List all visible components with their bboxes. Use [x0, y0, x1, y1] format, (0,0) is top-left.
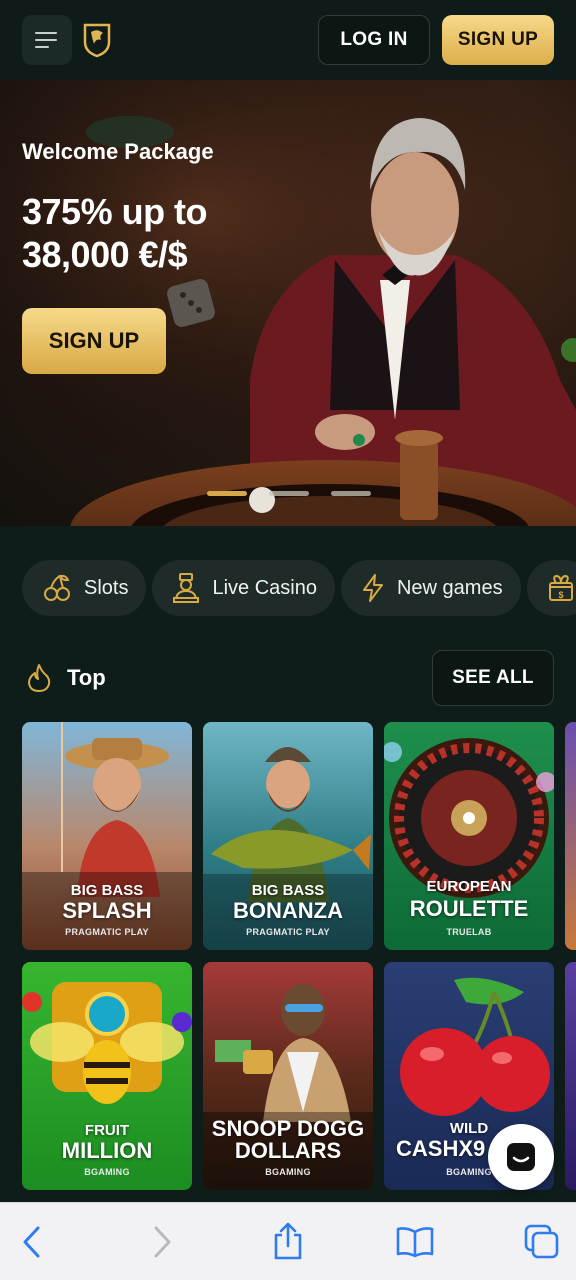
brand-logo[interactable] [82, 22, 112, 58]
hamburger-icon [35, 32, 57, 48]
chat-button[interactable] [488, 1124, 554, 1190]
game-provider: PRAGMATIC PLAY [246, 927, 330, 937]
top-section-header: Top SEE ALL [22, 650, 554, 706]
category-new-games[interactable]: New games [340, 560, 521, 616]
tabs-icon[interactable] [523, 1223, 561, 1261]
hero-title: Welcome Package [22, 139, 214, 164]
game-title-main: SPLASH [62, 898, 152, 923]
dealer-icon [173, 573, 200, 603]
top-header: LOG IN SIGN UP [0, 0, 576, 80]
bookmarks-icon[interactable] [395, 1225, 435, 1259]
category-label: Slots [84, 576, 129, 599]
category-bonuses[interactable]: $ [526, 560, 576, 616]
game-title-top: FRUIT [84, 1122, 130, 1139]
carousel-dot[interactable] [207, 491, 247, 496]
category-label: New games [396, 576, 503, 599]
game-provider: TRUELAB [446, 927, 492, 937]
login-button[interactable]: LOG IN [318, 15, 430, 65]
hero-signup-button[interactable]: SIGN UP [22, 308, 166, 374]
svg-text:$: $ [558, 590, 563, 600]
signup-button[interactable]: SIGN UP [442, 15, 554, 65]
hero-offer: 375% up to 38,000 €/$ [22, 191, 208, 275]
carousel-indicators [207, 491, 371, 496]
flame-icon [28, 664, 51, 692]
section-title: Top [67, 665, 106, 690]
game-tile-fruit-million[interactable]: FRUIT MILLION BGAMING [22, 962, 192, 1190]
game-provider: BGAMING [84, 1167, 130, 1177]
lightning-icon [362, 574, 383, 602]
game-tile-big-bass-bonanza[interactable]: BIG BASS BONANZA PRAGMATIC PLAY [203, 722, 373, 950]
game-tile-european-roulette[interactable]: EUROPEAN ROULETTE TRUELAB [384, 722, 554, 950]
game-title-main: DOLLARS [234, 1138, 342, 1163]
game-title-main: BONANZA [233, 898, 343, 923]
game-tile-peek[interactable] [565, 722, 576, 950]
cherries-icon [44, 574, 70, 601]
category-bar: Slots Live Casino New games $ [22, 560, 576, 616]
category-live-casino[interactable]: Live Casino [152, 560, 335, 616]
gift-icon: $ [548, 574, 573, 601]
game-provider: BGAMING [265, 1167, 311, 1177]
forward-icon[interactable] [150, 1225, 174, 1259]
back-icon[interactable] [20, 1225, 44, 1259]
share-icon[interactable] [271, 1221, 305, 1261]
hero-banner[interactable]: Welcome Package 375% up to 38,000 €/$ SI… [0, 80, 576, 526]
chat-icon [507, 1143, 535, 1171]
menu-button[interactable] [22, 15, 72, 65]
game-title-top: SNOOP DOGG [211, 1116, 365, 1141]
browser-toolbar [0, 1202, 576, 1280]
game-tile-snoop-dogg-dollars[interactable]: SNOOP DOGG DOLLARS BGAMING [203, 962, 373, 1190]
game-provider: PRAGMATIC PLAY [65, 927, 149, 937]
game-title-top: EUROPEAN [426, 878, 512, 895]
game-title-main: MILLION [61, 1138, 153, 1163]
game-title-top: BIG BASS [70, 882, 144, 899]
game-tile-peek[interactable] [565, 962, 576, 1190]
game-title-main: ROULETTE [409, 896, 529, 921]
carousel-dot[interactable] [269, 491, 309, 496]
see-all-button[interactable]: SEE ALL [432, 650, 554, 706]
category-slots[interactable]: Slots [22, 560, 147, 616]
game-title-top: BIG BASS [251, 882, 325, 899]
game-tile-big-bass-splash[interactable]: BIG BASS SPLASH PRAGMATIC PLAY [22, 722, 192, 950]
carousel-dot[interactable] [331, 491, 371, 496]
category-label: Live Casino [212, 576, 317, 599]
